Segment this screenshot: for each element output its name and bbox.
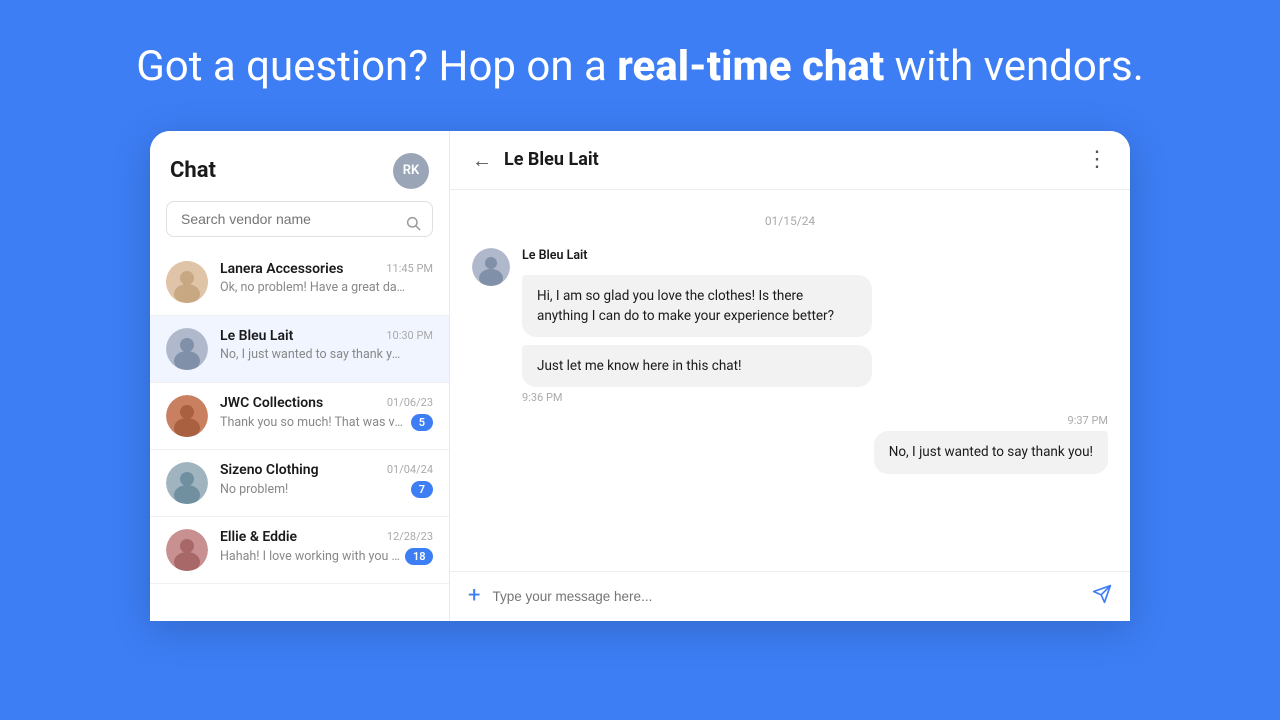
chat-preview: Ok, no problem! Have a great day! bbox=[220, 280, 405, 295]
send-button[interactable] bbox=[1092, 584, 1112, 609]
chat-main: ← Le Bleu Lait ⋮ 01/15/24 Le Bleu Lait bbox=[450, 131, 1130, 621]
chat-info: Le Bleu Lait 10:30 PM No, I just wanted … bbox=[220, 328, 433, 362]
chat-name: Lanera Accessories bbox=[220, 261, 343, 277]
chat-info: Sizeno Clothing 01/04/24 No problem! 7 bbox=[220, 462, 433, 498]
message-time-above: 9:37 PM bbox=[1068, 414, 1108, 427]
chat-header: ← Le Bleu Lait ⋮ bbox=[450, 131, 1130, 190]
search-input[interactable] bbox=[166, 201, 433, 237]
chat-messages: 01/15/24 Le Bleu Lait Hi, I am so glad y… bbox=[450, 190, 1130, 571]
date-divider: 01/15/24 bbox=[472, 214, 1108, 228]
add-attachment-button[interactable]: + bbox=[468, 585, 480, 607]
app-window: Chat RK bbox=[150, 131, 1130, 621]
search-container bbox=[150, 201, 449, 249]
message-bubble: No, I just wanted to say thank you! bbox=[874, 431, 1108, 473]
message-bubble: Just let me know here in this chat! bbox=[522, 345, 872, 387]
chat-preview: Thank you so much! That was very helpful… bbox=[220, 415, 405, 430]
list-item[interactable]: Le Bleu Lait 10:30 PM No, I just wanted … bbox=[150, 316, 449, 383]
chat-input-area: + bbox=[450, 571, 1130, 621]
chat-time: 12/28/23 bbox=[387, 530, 433, 543]
message-row: 9:37 PM No, I just wanted to say thank y… bbox=[472, 414, 1108, 473]
chat-name: Ellie & Eddie bbox=[220, 529, 297, 545]
list-item[interactable]: JWC Collections 01/06/23 Thank you so mu… bbox=[150, 383, 449, 450]
chat-header-name: Le Bleu Lait bbox=[504, 149, 1086, 170]
vendor-message-group: Le Bleu Lait Hi, I am so glad you love t… bbox=[522, 248, 872, 405]
chat-list: Lanera Accessories 11:45 PM Ok, no probl… bbox=[150, 249, 449, 621]
sidebar-header: Chat RK bbox=[150, 131, 449, 201]
chat-name: Le Bleu Lait bbox=[220, 328, 293, 344]
message-input[interactable] bbox=[492, 589, 1080, 604]
unread-badge: 7 bbox=[411, 481, 433, 498]
back-button[interactable]: ← bbox=[472, 150, 492, 170]
vendor-name-label: Le Bleu Lait bbox=[522, 248, 872, 263]
chat-time: 10:30 PM bbox=[386, 329, 433, 342]
chat-info: Ellie & Eddie 12/28/23 Hahah! I love wor… bbox=[220, 529, 433, 565]
unread-badge: 5 bbox=[411, 414, 433, 431]
more-options-button[interactable]: ⋮ bbox=[1086, 149, 1108, 171]
vendor-avatar bbox=[472, 248, 510, 286]
message-bubble: Hi, I am so glad you love the clothes! I… bbox=[522, 275, 872, 338]
chat-preview: No problem! bbox=[220, 482, 288, 497]
sidebar-title: Chat bbox=[170, 158, 216, 183]
hero-heading: Got a question? Hop on a real-time chat … bbox=[136, 40, 1144, 95]
chat-preview: No, I just wanted to say thank you! bbox=[220, 347, 405, 362]
chat-info: JWC Collections 01/06/23 Thank you so mu… bbox=[220, 395, 433, 431]
chat-time: 01/06/23 bbox=[387, 396, 433, 409]
sidebar: Chat RK bbox=[150, 131, 450, 621]
chat-time: 11:45 PM bbox=[386, 262, 433, 275]
list-item[interactable]: Sizeno Clothing 01/04/24 No problem! 7 bbox=[150, 450, 449, 517]
search-icon bbox=[405, 215, 421, 235]
message-time: 9:36 PM bbox=[522, 391, 872, 404]
list-item[interactable]: Ellie & Eddie 12/28/23 Hahah! I love wor… bbox=[150, 517, 449, 584]
chat-name: JWC Collections bbox=[220, 395, 323, 411]
chat-name: Sizeno Clothing bbox=[220, 462, 319, 478]
chat-time: 01/04/24 bbox=[387, 463, 433, 476]
list-item[interactable]: Lanera Accessories 11:45 PM Ok, no probl… bbox=[150, 249, 449, 316]
chat-preview: Hahah! I love working with you Sasha! bbox=[220, 549, 405, 564]
message-row: Le Bleu Lait Hi, I am so glad you love t… bbox=[472, 248, 1108, 405]
chat-info: Lanera Accessories 11:45 PM Ok, no probl… bbox=[220, 261, 433, 295]
unread-badge: 18 bbox=[405, 548, 433, 565]
user-avatar[interactable]: RK bbox=[393, 153, 429, 189]
